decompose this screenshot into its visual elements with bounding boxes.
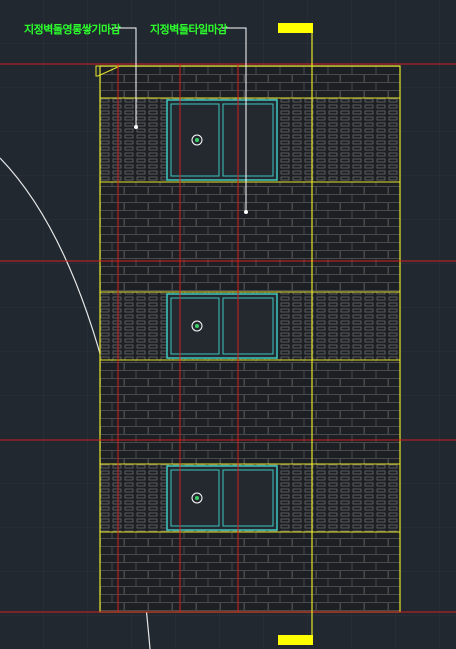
- window-tag-dot: [195, 496, 199, 500]
- window-frame: [166, 293, 278, 359]
- section-tag-top[interactable]: [278, 23, 313, 33]
- annotation-perforated-brick[interactable]: 지정벽돌영롱쌓기마감: [24, 21, 121, 37]
- window-1[interactable]: [166, 99, 278, 181]
- window-3[interactable]: [166, 465, 278, 531]
- section-tag-bottom[interactable]: [278, 635, 313, 645]
- leader-dot-perforated: [134, 125, 138, 129]
- building-elevation[interactable]: [95, 65, 401, 613]
- window-frame: [166, 465, 278, 531]
- window-tag-dot: [195, 138, 199, 142]
- cad-drawing-canvas[interactable]: [0, 0, 456, 649]
- window-tag-dot: [195, 324, 199, 328]
- window-frame: [166, 99, 278, 181]
- leader-dot-brick-tile: [244, 210, 248, 214]
- window-2[interactable]: [166, 293, 278, 359]
- annotation-brick-tile[interactable]: 지정벽돌타일마감: [150, 21, 227, 37]
